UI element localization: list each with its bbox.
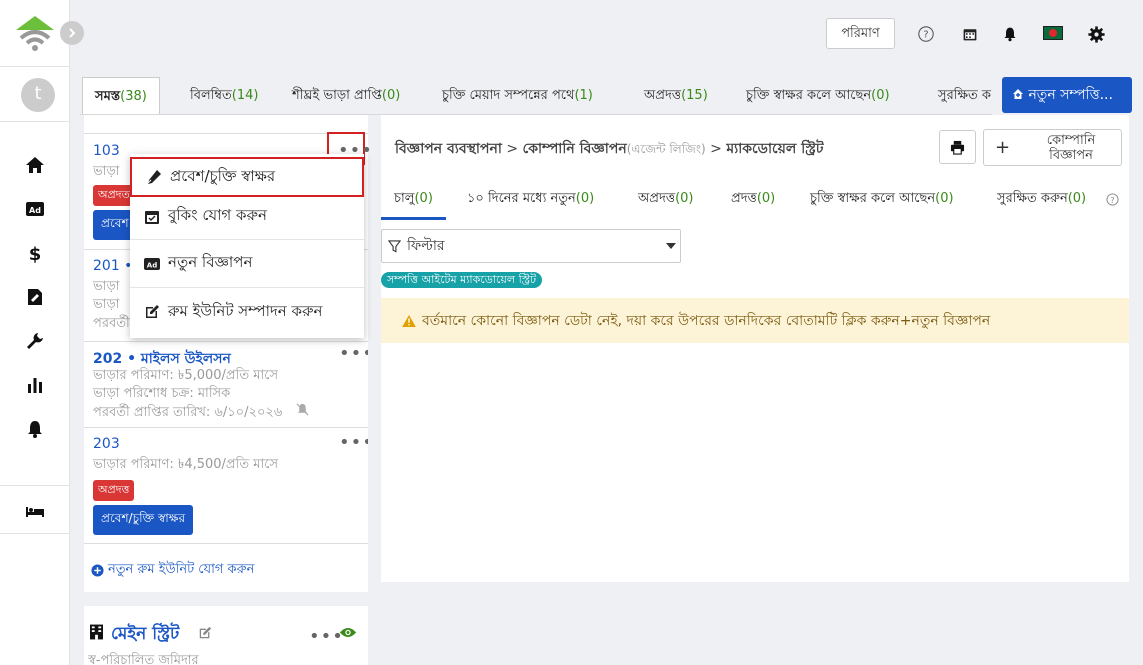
status-badge: অপ্রদত (93, 185, 135, 206)
ad-icon[interactable]: Ad (21, 195, 49, 223)
payment-cycle: ভাড়া (93, 297, 120, 312)
tab-new-in-10-days[interactable]: ১০ দিনের মধ্যে নতুন(0) (467, 182, 594, 220)
wrench-icon[interactable] (21, 327, 49, 355)
eye-icon[interactable] (339, 626, 357, 643)
ad-status-tabs: চালু(0) ১০ দিনের মধ্যে নতুন(0) অপ্রদত্ত(… (381, 182, 1129, 220)
bangladesh-flag-icon[interactable] (1043, 26, 1063, 40)
property-tag: সম্পত্তি আইটেম ম্যাকডোয়েল স্ট্রিট (381, 272, 543, 288)
svg-text:Ad: Ad (29, 206, 41, 215)
top-bar: পরিমাণ ? (70, 0, 1143, 67)
plus-icon: + (995, 137, 1011, 158)
bed-icon[interactable] (21, 497, 49, 525)
add-unit-link[interactable]: নতুন রুম ইউনিট যোগ করুন (91, 560, 254, 581)
chevron-right-icon (69, 28, 76, 38)
more-options-icon[interactable]: ••• (339, 345, 368, 363)
more-options-icon[interactable]: ••• (339, 434, 368, 452)
breadcrumb-ad-management[interactable]: বিজ্ঞাপন ব্যবস্থাপনা (395, 141, 502, 157)
property-status-tabs: সমস্ত(38) বিলম্বিত(14) শীঘ্রই ভাড়া প্রা… (80, 77, 992, 115)
pen-icon (146, 170, 161, 185)
edit-icon[interactable] (198, 626, 212, 644)
svg-text:Ad: Ad (147, 261, 157, 269)
context-menu: প্রবেশ/চুক্তি স্বাক্ষর বুকিং যোগ করুন Ad… (130, 154, 364, 338)
empty-state-warning: বর্তমানে কোনো বিজ্ঞাপন ডেটা নেই, দয়া কর… (381, 298, 1129, 343)
svg-text:$: $ (29, 244, 42, 263)
warning-icon (402, 314, 416, 327)
help-icon[interactable]: ? (916, 24, 936, 44)
unit-number[interactable]: 103 (93, 143, 120, 159)
menu-item-check-in-sign[interactable]: প্রবেশ/চুক্তি স্বাক্ষর (130, 157, 364, 197)
tab-signing-in-progress[interactable]: চুক্তি স্বাক্ষর কলে আছেন(0) (734, 77, 902, 114)
ad-icon: Ad (144, 257, 160, 270)
help-icon[interactable]: ? (1106, 193, 1119, 210)
app-logo[interactable] (14, 14, 56, 52)
quantity-button[interactable]: পরিমাণ (826, 18, 895, 49)
rent-amount: ভাড়া (93, 164, 120, 179)
avatar[interactable]: t (21, 78, 55, 112)
house-plus-icon (1013, 89, 1023, 99)
svg-text:?: ? (1110, 195, 1114, 205)
ad-management-panel: বিজ্ঞাপন ব্যবস্থাপনা > কোম্পানি বিজ্ঞাপন… (381, 115, 1129, 582)
plus-circle-icon (91, 564, 104, 577)
menu-item-new-ad[interactable]: Ad নতুন বিজ্ঞাপন (130, 240, 364, 288)
tab-secure[interactable]: সুরক্ষিত করুন(0) (997, 182, 1086, 220)
calendar-icon[interactable] (960, 24, 980, 44)
tab-paid[interactable]: প্রদত্ত(0) (731, 182, 775, 220)
tab-overdue[interactable]: বিলম্বিত(14) (178, 77, 270, 114)
tab-unpaid[interactable]: অপ্রদত্ত(15) (632, 77, 720, 114)
breadcrumb: বিজ্ঞাপন ব্যবস্থাপনা > কোম্পানি বিজ্ঞাপন… (395, 141, 824, 157)
tab-signing-in-progress[interactable]: চুক্তি স্বাক্ষর কলে আছেন(0) (810, 182, 954, 220)
tab-active[interactable]: চালু(0) (381, 182, 446, 220)
menu-item-edit-unit[interactable]: রুম ইউনিট সম্পাদন করুন (130, 288, 364, 336)
printer-icon (950, 140, 965, 155)
rent-amount: ভাড়ার পরিমাণ: ৳4,500/প্রতি মাসে (93, 457, 279, 472)
bar-chart-icon[interactable] (21, 371, 49, 399)
check-in-sign-button[interactable]: প্রবেশ (93, 210, 133, 240)
unit-number[interactable]: 203 (93, 436, 120, 452)
tab-all[interactable]: সমস্ত(38) (82, 77, 160, 114)
next-payment-date: পরবর্তী প্রাপ্তির তারিখ: ৬/১০/২০২৬ (93, 405, 283, 420)
tab-unpaid[interactable]: অপ্রদত্ত(0) (638, 182, 694, 220)
print-button[interactable] (939, 130, 976, 164)
gear-icon[interactable] (1086, 24, 1106, 44)
management-type: স্ব-পরিচালিত জমিদার (88, 653, 199, 665)
calendar-check-icon (145, 210, 159, 224)
tab-rent-due-soon[interactable]: শীঘ্রই ভাড়া প্রাপ্তি(0) (280, 77, 412, 114)
bell-icon[interactable] (21, 415, 49, 443)
edit-icon (146, 305, 159, 318)
new-property-button[interactable]: নতুন সম্পত্তি... (1002, 77, 1132, 113)
breadcrumb-current: ম্যাকডোয়েল স্ট্রিট (726, 141, 824, 157)
contract-sign-icon[interactable] (21, 283, 49, 311)
caret-down-icon (666, 243, 676, 249)
sidebar: t Ad $ (0, 0, 84, 665)
breadcrumb-company-ad[interactable]: কোম্পানি বিজ্ঞাপন (523, 141, 627, 157)
tab-contract-expiring[interactable]: চুক্তি মেয়াদ সম্পন্নের পথে(1) (430, 77, 605, 114)
unit-number[interactable]: 201 • (93, 258, 132, 274)
home-icon[interactable] (21, 151, 49, 179)
sidebar-toggle-button[interactable] (60, 21, 84, 45)
svg-text:?: ? (923, 30, 928, 41)
notification-bell-icon[interactable] (1000, 24, 1020, 44)
property-card-main-street: মেইন স্ট্রিট ••• স্ব-পরিচালিত জমিদার (84, 606, 368, 665)
filter-dropdown[interactable]: ফিল্টার (381, 229, 681, 263)
check-in-sign-button[interactable]: প্রবেশ/চুক্তি স্বাক্ষর (93, 505, 194, 535)
menu-item-add-booking[interactable]: বুকিং যোগ করুন (130, 194, 364, 240)
building-icon (90, 624, 103, 644)
dollar-icon[interactable]: $ (21, 239, 49, 267)
filter-icon (388, 239, 401, 253)
bell-muted-icon[interactable] (296, 403, 309, 420)
next-payment-date: পরবর্তী (93, 316, 130, 331)
property-title[interactable]: মেইন স্ট্রিট (111, 621, 179, 649)
payment-cycle: ভাড়া পরিশোধ চক্র: মাসিক (93, 386, 231, 401)
status-badge: অপ্রদত্ত (93, 480, 135, 501)
tab-secured[interactable]: সুরক্ষিত ক (926, 77, 992, 114)
company-ad-button[interactable]: + কোম্পানি বিজ্ঞাপন (983, 129, 1122, 166)
